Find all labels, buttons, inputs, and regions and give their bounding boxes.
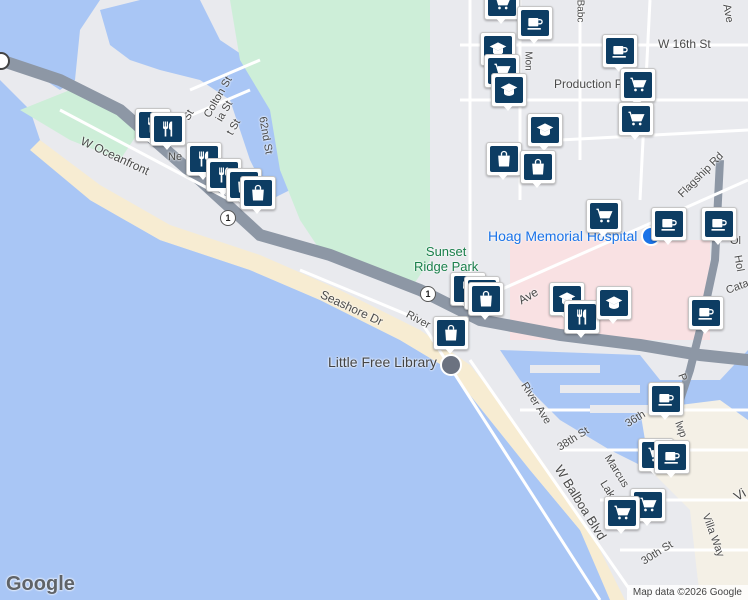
school-marker[interactable] — [596, 286, 632, 324]
street-label-babcock: Babc — [574, 0, 586, 23]
shopping-cart-icon — [624, 72, 652, 98]
shopping-cart-icon — [590, 203, 618, 229]
map-attribution[interactable]: Map data ©2026 Google — [626, 585, 748, 600]
school-marker[interactable] — [491, 73, 527, 111]
restaurant-icon — [154, 116, 182, 142]
shopping-cart-icon — [608, 500, 636, 526]
shopping-cart-marker[interactable] — [586, 199, 622, 237]
route-1-shield: 1 — [420, 286, 436, 302]
coffee-marker[interactable] — [701, 207, 737, 245]
shopping-cart-marker[interactable] — [484, 0, 520, 24]
coffee-icon — [521, 10, 549, 36]
street-label-w-16th-st: W 16th St — [658, 37, 711, 51]
library-pin-icon[interactable] — [440, 354, 462, 376]
restaurant-marker[interactable] — [150, 112, 186, 150]
coffee-icon — [692, 300, 720, 326]
shopping-bag-marker[interactable] — [240, 176, 276, 214]
school-marker[interactable] — [527, 113, 563, 151]
street-label-hol: Hol — [731, 254, 747, 273]
school-icon — [600, 290, 628, 316]
shopping-bag-marker[interactable] — [486, 142, 522, 180]
shopping-bag-icon — [244, 180, 272, 206]
shopping-bag-marker[interactable] — [520, 150, 556, 188]
google-logo: Google — [6, 573, 75, 595]
restaurant-marker[interactable] — [564, 300, 600, 338]
shopping-cart-marker[interactable] — [604, 496, 640, 534]
coffee-icon — [655, 211, 683, 237]
school-icon — [531, 117, 559, 143]
shopping-bag-icon — [437, 320, 465, 346]
coffee-icon — [705, 211, 733, 237]
coffee-marker[interactable] — [688, 296, 724, 334]
restaurant-icon — [568, 304, 596, 330]
shopping-bag-marker[interactable] — [433, 316, 469, 354]
coffee-marker[interactable] — [648, 382, 684, 420]
coffee-icon — [652, 386, 680, 412]
route-1-shield: 1 — [220, 210, 236, 226]
street-label-production-pl: Production Pl — [554, 77, 626, 91]
library-label[interactable]: Little Free Library — [328, 355, 437, 369]
shopping-bag-marker[interactable] — [468, 282, 504, 320]
shopping-cart-icon — [622, 106, 650, 132]
park-label[interactable]: Sunset Ridge Park — [414, 244, 478, 274]
shopping-cart-marker[interactable] — [618, 102, 654, 140]
coffee-marker[interactable] — [651, 207, 687, 245]
coffee-marker[interactable] — [602, 34, 638, 72]
street-label-ave-top: Ave — [720, 3, 736, 24]
shopping-cart-icon — [488, 0, 516, 16]
coffee-marker[interactable] — [517, 6, 553, 44]
street-label-monrovia: Mon — [522, 51, 534, 71]
shopping-cart-marker[interactable] — [620, 68, 656, 106]
shopping-bag-icon — [490, 146, 518, 172]
coffee-icon — [658, 444, 686, 470]
shopping-bag-icon — [524, 154, 552, 180]
school-icon — [495, 77, 523, 103]
street-label-ne-st: Ne — [168, 151, 183, 163]
coffee-marker[interactable] — [654, 440, 690, 478]
coffee-icon — [606, 38, 634, 64]
shopping-bag-icon — [472, 286, 500, 312]
